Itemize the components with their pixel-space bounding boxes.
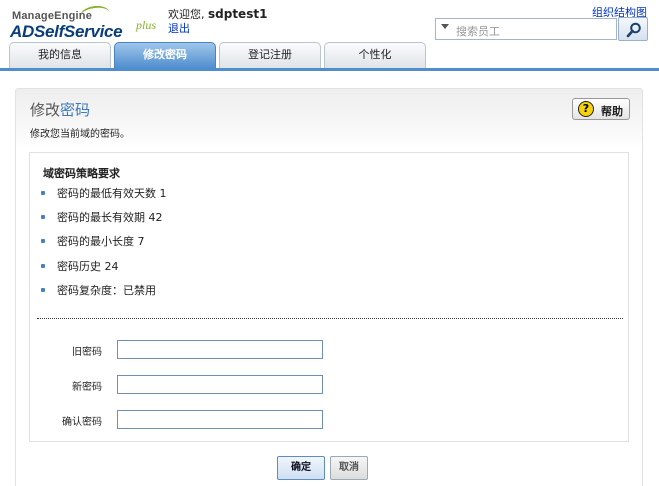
policy-item: 密码的最小长度 7 [41,235,167,259]
password-form-box: 域密码策略要求 密码的最低有效天数 1 密码的最长有效期 42 密码的最小长度 … [29,152,629,442]
confirm-password-label: 确认密码 [62,417,102,428]
new-password-label: 新密码 [72,382,102,393]
tab-bar-underline [0,68,659,71]
tab-change-password[interactable]: 修改密码 [114,42,216,69]
search-icon [626,22,641,38]
search-placeholder: 搜索员工 [456,25,500,38]
logo-plus-label: plus [136,18,157,32]
policy-item: 密码历史 24 [41,260,167,284]
page-subtitle: 修改您当前域的密码。 [30,129,130,140]
app-header: ManageEngine ADSelfService plus 欢迎您, sdp… [0,0,659,71]
ok-button[interactable]: 确定 [277,456,325,480]
policy-list: 密码的最低有效天数 1 密码的最长有效期 42 密码的最小长度 7 密码历史 2… [41,187,167,308]
old-password-field[interactable] [117,340,323,359]
username: sdptest1 [208,7,268,21]
policy-item: 密码复杂度：已禁用 [41,284,167,308]
policy-item: 密码的最低有效天数 1 [41,187,167,211]
policy-item: 密码的最长有效期 42 [41,211,167,235]
old-password-label: 旧密码 [72,347,102,358]
cancel-button[interactable]: 取消 [330,456,368,480]
tab-personalize[interactable]: 个性化 [324,42,426,68]
chevron-down-icon[interactable] [441,24,449,29]
logo-company-name: ManageEngine [12,10,93,22]
page-title-part2: 密码 [60,101,91,119]
new-password-field[interactable] [117,375,323,394]
app-logo[interactable]: ManageEngine ADSelfService plus [10,3,170,42]
main-tabs: 我的信息 修改密码 登记注册 个性化 [0,42,659,70]
employee-search-input[interactable]: 搜索员工 [435,18,617,40]
logout-link[interactable]: 退出 [168,20,190,36]
search-button[interactable] [618,17,648,41]
tab-enrollment[interactable]: 登记注册 [219,42,321,68]
logo-product-name: ADSelfService [10,22,123,41]
divider [37,318,623,319]
help-icon: ? [578,101,594,117]
help-button[interactable]: ? 帮助 [572,98,630,120]
page-title: 修改密码 [30,99,90,120]
help-button-label: 帮助 [601,105,623,118]
policy-heading: 域密码策略要求 [43,167,120,180]
change-password-panel: 修改密码 ? 帮助 修改您当前域的密码。 域密码策略要求 密码的最低有效天数 1… [15,88,643,486]
tab-my-info[interactable]: 我的信息 [9,42,111,68]
confirm-password-field[interactable] [117,410,323,429]
page-title-part1: 修改 [30,101,61,119]
